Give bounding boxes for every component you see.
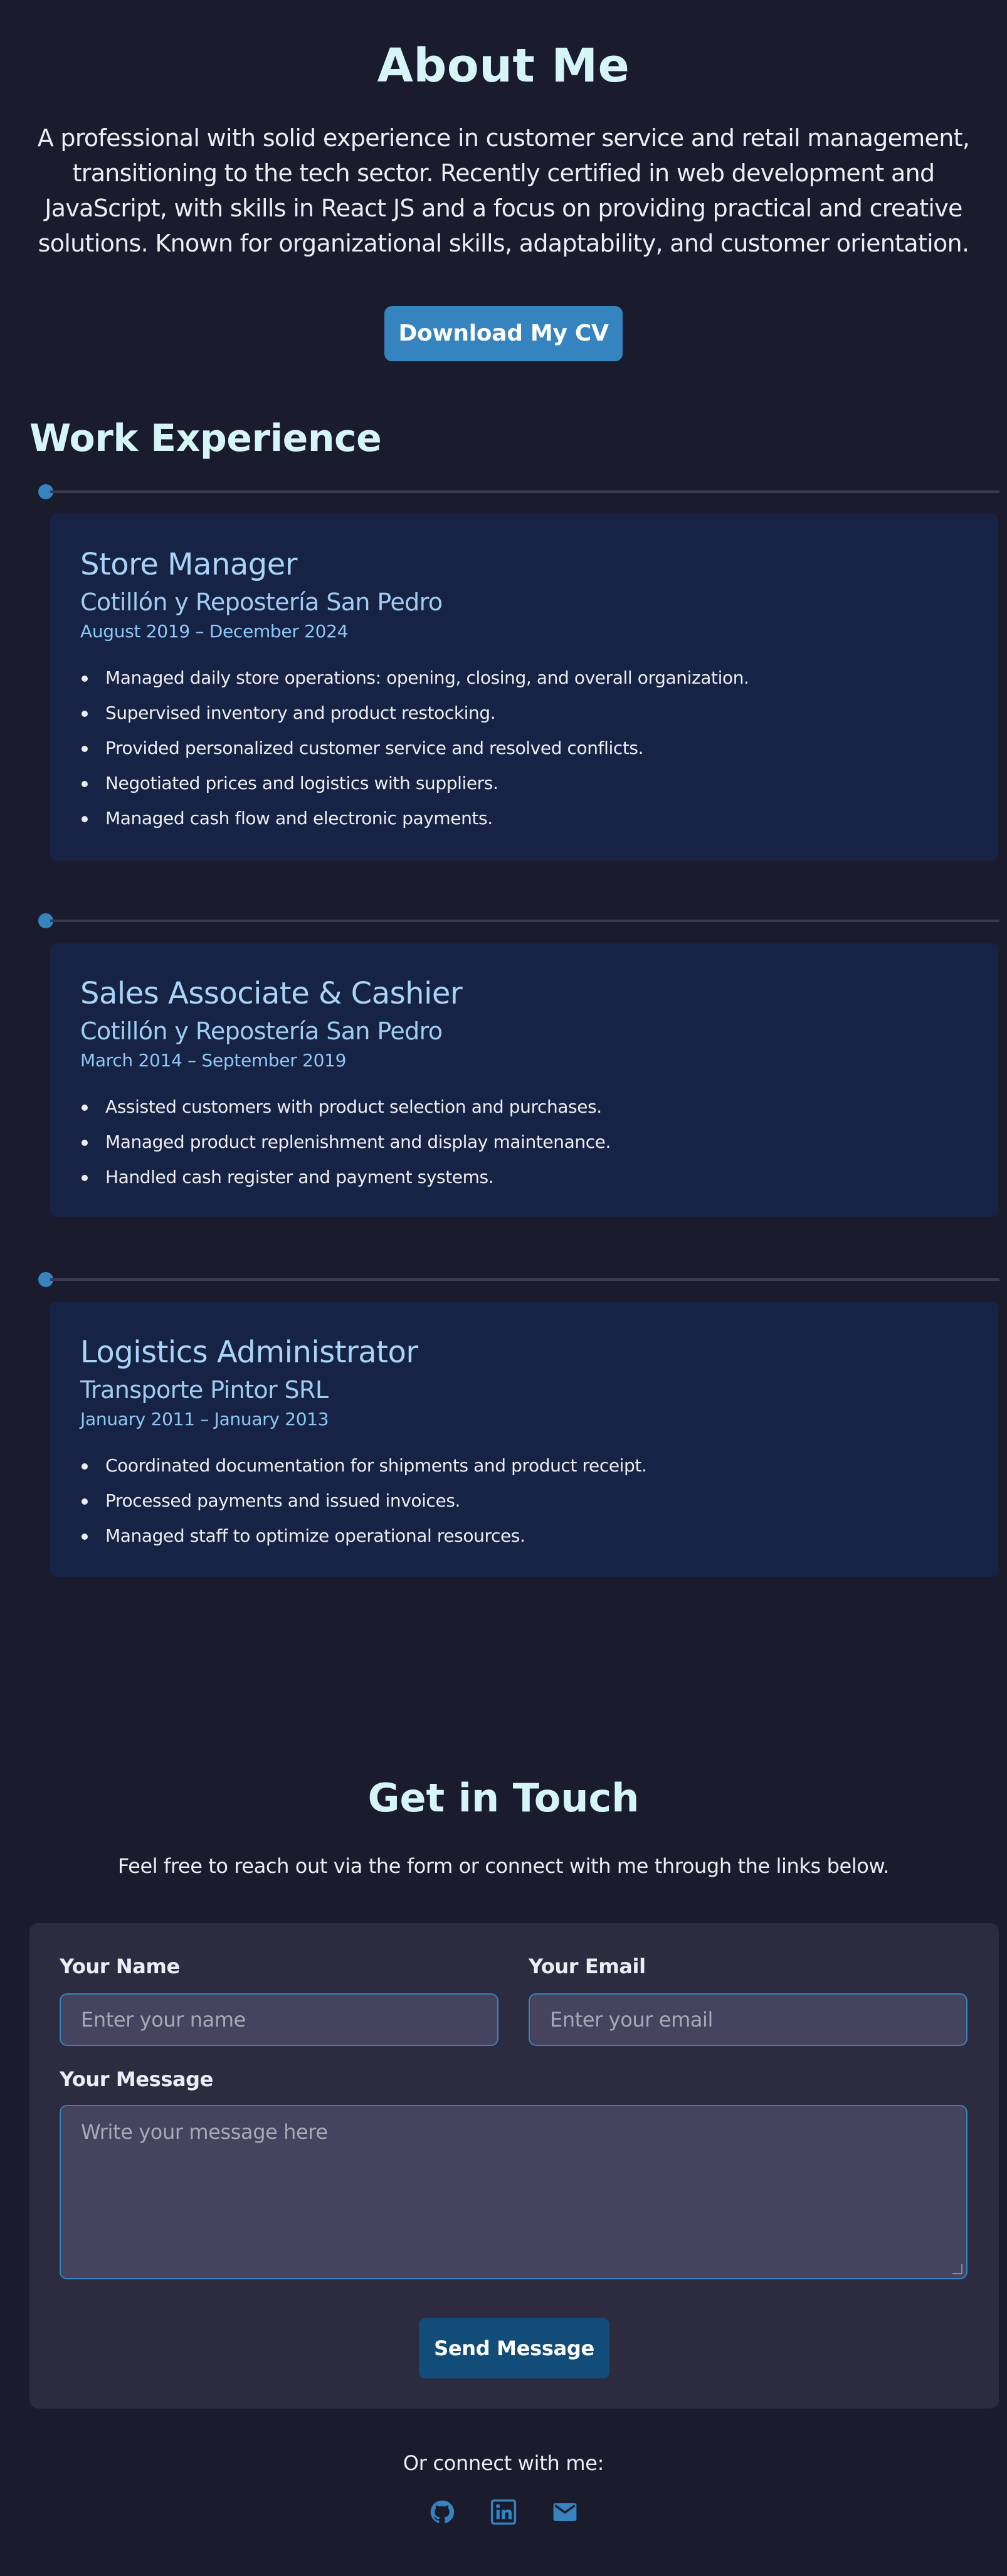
- job-company: Transporte Pintor SRL: [80, 1376, 329, 1404]
- message-label: Your Message: [60, 2067, 213, 2091]
- job-dates: August 2019 – December 2024: [80, 621, 349, 642]
- contact-form: Your Name Enter your name Your Email Ent…: [29, 1923, 999, 2409]
- job-company: Cotillón y Repostería San Pedro: [80, 588, 443, 616]
- connect-text: Or connect with me:: [403, 2451, 604, 2475]
- github-icon: [430, 2500, 455, 2523]
- timeline-line: [50, 920, 999, 922]
- duty-item: Supervised inventory and product restock…: [80, 696, 968, 731]
- name-input[interactable]: Enter your name: [60, 1993, 498, 2046]
- message-placeholder: Write your message here: [81, 2120, 328, 2144]
- contact-subtitle: Feel free to reach out via the form or c…: [117, 1854, 890, 1878]
- duty-item: Managed staff to optimize operational re…: [80, 1519, 968, 1554]
- job-company: Cotillón y Repostería San Pedro: [80, 1017, 443, 1045]
- page: About Me A professional with solid exper…: [0, 0, 1007, 2576]
- duty-item: Negotiated prices and logistics with sup…: [80, 766, 968, 801]
- duty-item: Managed product replenishment and displa…: [80, 1125, 968, 1160]
- job-role: Store Manager: [80, 547, 298, 582]
- email-label: Your Email: [529, 1954, 646, 1978]
- github-link[interactable]: [429, 2499, 455, 2525]
- linkedin-icon: [490, 2499, 517, 2525]
- job-role: Sales Associate & Cashier: [80, 976, 463, 1011]
- linkedin-link[interactable]: [490, 2499, 517, 2525]
- about-section: About Me A professional with solid exper…: [0, 0, 1007, 361]
- message-textarea[interactable]: Write your message here: [60, 2105, 967, 2279]
- email-icon: [553, 2503, 577, 2521]
- job-dates: March 2014 – September 2019: [80, 1050, 347, 1071]
- timeline-line: [50, 1278, 999, 1281]
- download-cv-button[interactable]: Download My CV: [384, 306, 623, 361]
- email-input[interactable]: Enter your email: [529, 1993, 967, 2046]
- job-card: Store Manager Cotillón y Repostería San …: [50, 514, 998, 861]
- job-duties: Coordinated documentation for shipments …: [80, 1448, 968, 1554]
- duty-item: Managed cash flow and electronic payment…: [80, 801, 968, 836]
- about-title: About Me: [377, 39, 630, 93]
- job-duties: Managed daily store operations: opening,…: [80, 660, 968, 836]
- job-card: Sales Associate & Cashier Cotillón y Rep…: [50, 943, 998, 1217]
- job-duties: Assisted customers with product selectio…: [80, 1089, 968, 1195]
- social-links: [0, 2499, 1007, 2525]
- contact-title: Get in Touch: [367, 1775, 640, 1821]
- duty-item: Managed daily store operations: opening,…: [80, 660, 968, 696]
- duty-item: Provided personalized customer service a…: [80, 731, 968, 766]
- job-card: Logistics Administrator Transporte Pinto…: [50, 1302, 998, 1577]
- name-label: Your Name: [60, 1954, 180, 1978]
- duty-item: Coordinated documentation for shipments …: [80, 1448, 968, 1483]
- job-dates: January 2011 – January 2013: [80, 1409, 329, 1429]
- job-role: Logistics Administrator: [80, 1335, 418, 1370]
- duty-item: Handled cash register and payment system…: [80, 1160, 968, 1195]
- duty-item: Assisted customers with product selectio…: [80, 1089, 968, 1125]
- duty-item: Processed payments and issued invoices.: [80, 1483, 968, 1519]
- work-experience-title: Work Experience: [29, 416, 382, 460]
- send-message-button[interactable]: Send Message: [419, 2318, 609, 2378]
- resize-handle[interactable]: [952, 2264, 962, 2274]
- about-description: A professional with solid experience in …: [37, 124, 970, 257]
- timeline-line: [50, 490, 999, 493]
- email-link[interactable]: [552, 2499, 578, 2525]
